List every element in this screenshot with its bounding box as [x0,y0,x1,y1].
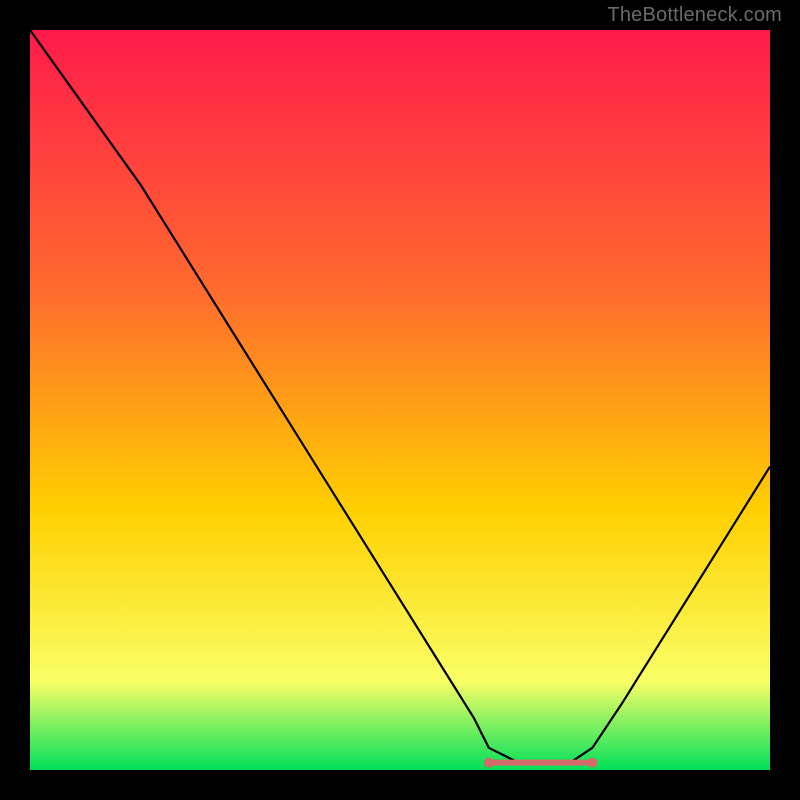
plot-svg [30,30,770,770]
flat-endpoint-right [587,758,597,768]
plot-area [30,30,770,770]
gradient-background [30,30,770,770]
chart-frame: TheBottleneck.com [0,0,800,800]
watermark-text: TheBottleneck.com [607,4,782,27]
flat-endpoint-left [484,758,494,768]
